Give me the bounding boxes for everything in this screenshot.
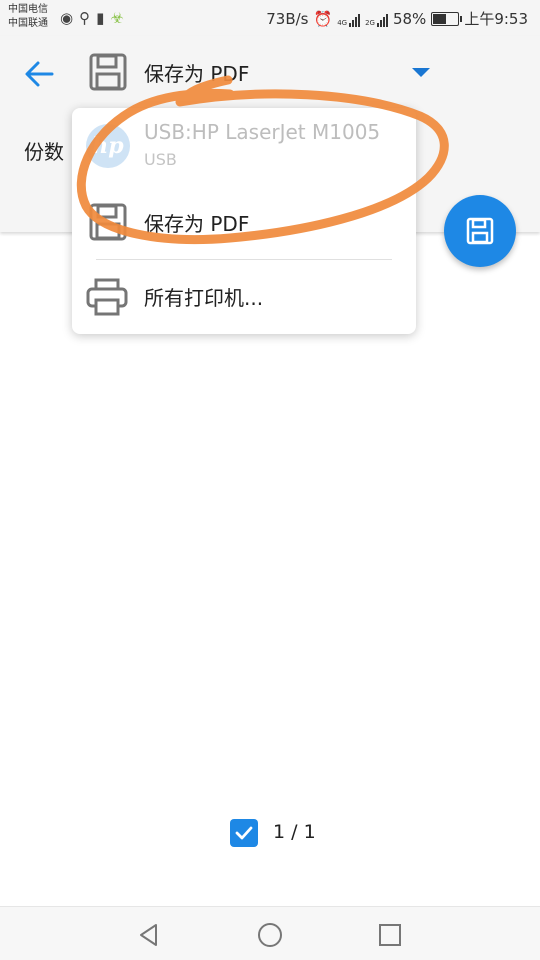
battery-fill (433, 13, 447, 24)
carrier-1: 中国电信 (8, 4, 48, 15)
status-indicators: 73B/s ⏰ 4G 2G 58% 上午9:53 (266, 8, 528, 29)
menu-item-title: 所有打印机... (144, 286, 264, 310)
status-bar: 中国电信 中国联通 ◉ ⚲ ▮ ☣ 73B/s ⏰ 4G 2G 58% 上午9:… (0, 0, 540, 36)
hp-logo-icon: hp (86, 124, 130, 168)
square-recents-icon (379, 924, 401, 946)
carrier-2: 中国联通 (8, 18, 48, 29)
back-button[interactable] (20, 54, 60, 94)
nav-back-button[interactable] (131, 917, 167, 953)
signal-1-icon: 4G (337, 11, 361, 27)
back-arrow-icon (25, 61, 54, 87)
clock: 上午9:53 (464, 10, 528, 28)
save-pdf-icon (88, 202, 128, 246)
network-2-label: 2G (365, 18, 375, 27)
notification-icons: ◉ ⚲ ▮ ☣ (60, 9, 124, 27)
signal-2-icon: 2G (365, 11, 388, 27)
circle-home-icon (258, 923, 282, 947)
save-icon (466, 217, 494, 245)
key-icon: ⚲ (79, 9, 91, 27)
checkmark-icon (235, 826, 253, 840)
dropdown-arrow-icon[interactable] (412, 68, 430, 77)
save-pdf-icon[interactable] (88, 52, 128, 96)
alert-icon: ▮ (96, 9, 105, 27)
menu-item-title: USB:HP LaserJet M1005 (144, 120, 381, 144)
menu-item-hp-laserjet[interactable]: hp USB:HP LaserJet M1005 USB (72, 108, 416, 184)
alarm-icon: ⏰ (313, 9, 333, 28)
menu-item-all-printers[interactable]: 所有打印机... (72, 260, 416, 334)
battery-icon (431, 11, 463, 26)
nav-home-button[interactable] (252, 917, 288, 953)
triangle-back-icon (140, 924, 157, 946)
printer-icon (86, 278, 128, 320)
menu-item-save-pdf[interactable]: 保存为 PDF (72, 184, 416, 260)
nav-recents-button[interactable] (372, 917, 408, 953)
page-count: 1 / 1 (273, 821, 316, 843)
printer-selector[interactable]: 保存为 PDF (144, 58, 249, 87)
menu-item-title: 保存为 PDF (144, 212, 250, 236)
system-nav-bar (0, 906, 540, 960)
save-pdf-button[interactable] (444, 195, 516, 267)
menu-item-subtitle: USB (144, 150, 177, 169)
qq-icon: ☣ (110, 9, 124, 27)
copies-label: 份数 (24, 140, 64, 164)
battery-percent: 58% (392, 9, 427, 28)
printer-dropdown-menu: hp USB:HP LaserJet M1005 USB 保存为 PDF 所有打… (72, 108, 416, 334)
network-1-label: 4G (337, 18, 348, 27)
page-checkbox[interactable] (230, 819, 258, 847)
network-speed: 73B/s (266, 9, 309, 28)
carrier-info: 中国电信 中国联通 (8, 3, 48, 31)
wechat-icon: ◉ (60, 9, 74, 27)
